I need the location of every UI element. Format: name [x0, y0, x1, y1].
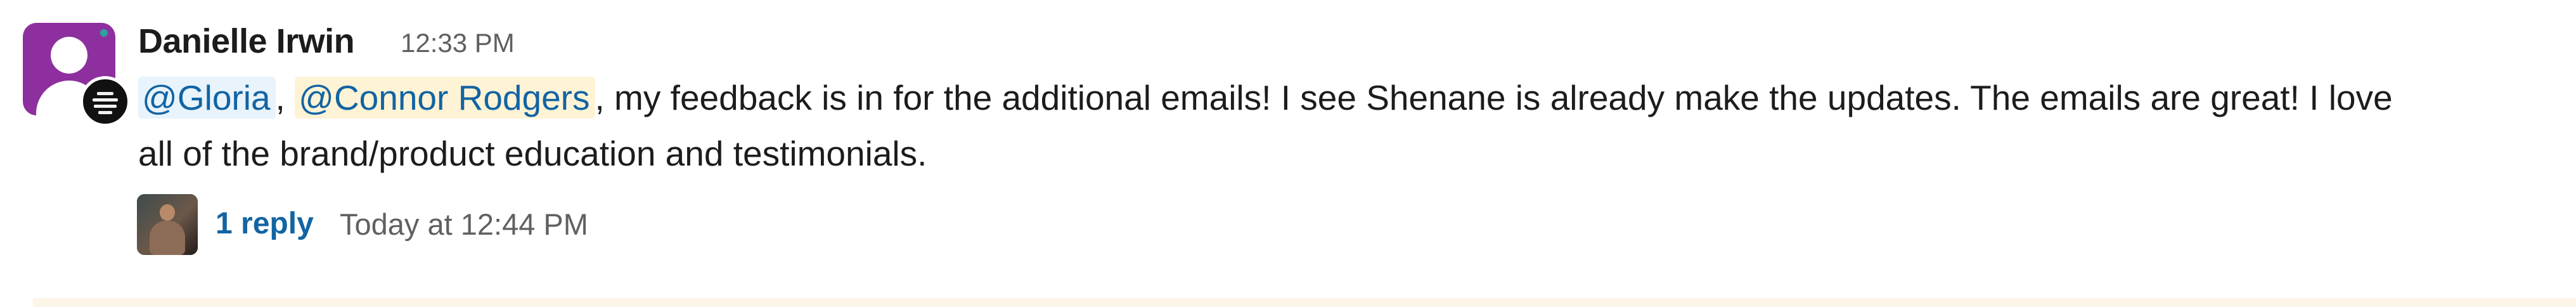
status-badge-line: [97, 92, 113, 95]
avatar-head-shape: [51, 37, 87, 74]
message-text: @Gloria, @Connor Rodgers, my feedback is…: [138, 70, 2547, 181]
mention-separator: ,: [275, 78, 295, 117]
message-row: Danielle Irwin 12:33 PM @Gloria, @Connor…: [0, 0, 2576, 298]
mention-gloria[interactable]: @Gloria: [138, 77, 276, 119]
reply-avatar-face: [160, 204, 175, 221]
next-message-highlight: [33, 298, 2576, 307]
last-reply-time[interactable]: Today at 12:44 PM: [340, 207, 588, 242]
message-line-1-text: , my feedback is in for the additional e…: [595, 78, 2393, 117]
reply-count-link[interactable]: 1 reply: [216, 206, 314, 242]
message-timestamp[interactable]: 12:33 PM: [401, 27, 515, 59]
message-line-1: @Gloria, @Connor Rodgers, my feedback is…: [138, 70, 2547, 126]
status-badge-line: [98, 111, 112, 114]
status-badge-icon[interactable]: [80, 76, 131, 127]
reply-user-avatar[interactable]: [137, 194, 198, 255]
mention-connor-rodgers[interactable]: @Connor Rodgers: [295, 77, 595, 119]
author-name[interactable]: Danielle Irwin: [138, 22, 355, 61]
status-badge-line: [93, 98, 118, 101]
message-line-2: all of the brand/product education and t…: [138, 134, 927, 173]
reply-avatar-torso: [150, 221, 185, 255]
status-badge-line: [94, 105, 117, 108]
avatar-accent-icon: [100, 29, 108, 37]
thread-summary[interactable]: 1 reply Today at 12:44 PM: [137, 194, 783, 256]
